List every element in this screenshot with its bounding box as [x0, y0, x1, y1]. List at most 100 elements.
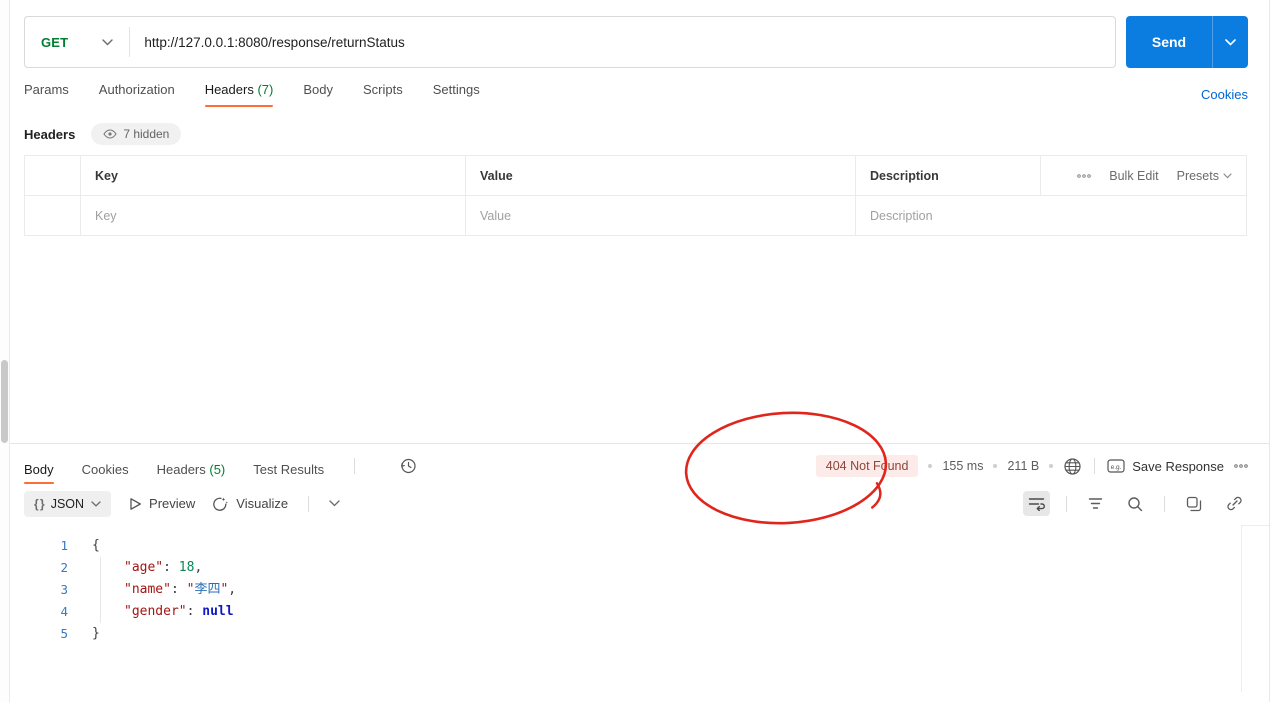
headers-count: (7) — [257, 82, 273, 97]
headers-title: Headers — [24, 127, 75, 142]
tab-test-results[interactable]: Test Results — [253, 447, 324, 486]
value-column-header: Value — [466, 156, 856, 196]
response-time[interactable]: 155 ms — [942, 459, 983, 473]
chevron-down-icon[interactable] — [329, 500, 340, 507]
preview-button[interactable]: Preview — [129, 496, 195, 511]
url-box: GET — [24, 16, 1116, 68]
word-wrap-icon[interactable] — [1023, 491, 1050, 516]
key-column-header: Key — [81, 156, 466, 196]
editor-scrollbar[interactable] — [1241, 525, 1242, 692]
right-pane-edge — [1269, 0, 1270, 702]
table-row: Key Value Description — [25, 196, 1247, 236]
table-actions-cell: Bulk Edit Presets — [1041, 156, 1247, 196]
history-icon[interactable] — [399, 457, 417, 475]
svg-text:e.g.: e.g. — [1111, 464, 1122, 471]
hidden-headers-label: 7 hidden — [123, 127, 169, 141]
chevron-down-icon — [102, 39, 113, 46]
tab-response-body[interactable]: Body — [24, 447, 54, 486]
tab-response-cookies[interactable]: Cookies — [82, 447, 129, 486]
format-dropdown[interactable]: { } JSON — [24, 491, 111, 517]
separator-dot — [928, 464, 932, 468]
scrollbar-thumb[interactable] — [1, 360, 8, 443]
code-line: 4"gender": null — [10, 601, 1269, 623]
chevron-down-icon — [1225, 39, 1236, 46]
divider — [354, 458, 355, 474]
tab-scripts[interactable]: Scripts — [363, 82, 403, 107]
tab-body[interactable]: Body — [303, 82, 333, 107]
divider — [1164, 496, 1165, 512]
code-line: 2"age": 18, — [10, 557, 1269, 579]
response-tabs: Body Cookies Headers (5) Test Results — [24, 447, 417, 486]
request-pane: GET Send — [10, 0, 1269, 443]
value-input[interactable]: Value — [466, 196, 856, 236]
response-pane: Body Cookies Headers (5) Test Results 40… — [10, 443, 1269, 702]
line-number: 1 — [10, 535, 68, 557]
send-button-group: Send — [1126, 16, 1248, 68]
divider — [1066, 496, 1067, 512]
response-headers-count: (5) — [209, 462, 225, 477]
send-options-button[interactable] — [1212, 16, 1248, 68]
tab-params[interactable]: Params — [24, 82, 69, 107]
viewer-controls: { } JSON Preview — [24, 491, 340, 517]
left-pane-edge — [0, 0, 10, 702]
response-size[interactable]: 211 B — [1007, 459, 1039, 473]
headers-section-header: Headers 7 hidden — [10, 107, 1269, 155]
globe-icon[interactable] — [1063, 457, 1082, 476]
code-line: 5} — [10, 623, 1269, 645]
save-response-button[interactable]: e.g. Save Response — [1107, 459, 1224, 474]
table-header-row: Key Value Description Bulk Edit Presets — [25, 156, 1247, 196]
magic-wand-icon — [213, 496, 229, 512]
status-badge[interactable]: 404 Not Found — [816, 455, 919, 477]
line-number: 2 — [10, 557, 68, 579]
chevron-down-icon — [91, 501, 101, 507]
format-label: JSON — [51, 497, 84, 511]
visualize-button[interactable]: Visualize — [213, 496, 288, 512]
url-bar: GET Send — [10, 0, 1269, 68]
response-status-group: 404 Not Found 155 ms 211 B e.g. Save R — [816, 455, 1248, 477]
eye-icon — [103, 129, 117, 139]
url-input[interactable] — [130, 35, 1115, 50]
tab-headers[interactable]: Headers (7) — [205, 82, 274, 107]
braces-icon: { } — [34, 497, 44, 511]
chevron-down-icon — [1223, 173, 1232, 179]
presets-dropdown[interactable]: Presets — [1177, 169, 1232, 183]
play-outline-icon — [129, 497, 142, 511]
divider — [308, 496, 309, 512]
request-tabs-row: Params Authorization Headers (7) Body Sc… — [10, 68, 1269, 107]
response-body-editor[interactable]: 1{2"age": 18,3"name": "李四",4"gender": nu… — [10, 525, 1269, 692]
description-column-header: Description — [856, 156, 1041, 196]
divider — [1094, 458, 1095, 474]
line-number: 4 — [10, 601, 68, 623]
copy-icon[interactable] — [1181, 491, 1207, 517]
tab-response-headers[interactable]: Headers (5) — [157, 447, 226, 486]
code-line: 1{ — [10, 535, 1269, 557]
request-tabs: Params Authorization Headers (7) Body Sc… — [24, 82, 480, 107]
line-number: 5 — [10, 623, 68, 645]
method-label: GET — [41, 35, 68, 50]
filter-icon[interactable] — [1083, 492, 1108, 515]
line-number: 3 — [10, 579, 68, 601]
search-icon[interactable] — [1122, 491, 1148, 517]
hidden-headers-toggle[interactable]: 7 hidden — [91, 123, 181, 145]
editor-scrollbar-edge — [1242, 525, 1269, 526]
editor-tools — [1023, 490, 1248, 517]
method-selector[interactable]: GET — [25, 35, 129, 50]
request-response-panel: GET Send — [10, 0, 1269, 702]
more-horizontal-icon[interactable] — [1234, 464, 1248, 468]
tab-settings[interactable]: Settings — [433, 82, 480, 107]
response-header: Body Cookies Headers (5) Test Results 40… — [10, 444, 1269, 488]
more-horizontal-icon[interactable] — [1077, 174, 1091, 178]
tab-authorization[interactable]: Authorization — [99, 82, 175, 107]
key-input[interactable]: Key — [81, 196, 466, 236]
cookies-link[interactable]: Cookies — [1201, 87, 1248, 102]
row-select-cell[interactable] — [25, 196, 81, 236]
separator-dot — [1049, 464, 1053, 468]
code-line: 3"name": "李四", — [10, 579, 1269, 601]
description-input[interactable]: Description — [856, 196, 1247, 236]
send-button[interactable]: Send — [1126, 16, 1212, 68]
link-icon[interactable] — [1221, 490, 1248, 517]
select-column-header — [25, 156, 81, 196]
example-badge-icon: e.g. — [1107, 459, 1125, 473]
response-toolbar: { } JSON Preview — [10, 488, 1269, 525]
bulk-edit-button[interactable]: Bulk Edit — [1109, 169, 1158, 183]
